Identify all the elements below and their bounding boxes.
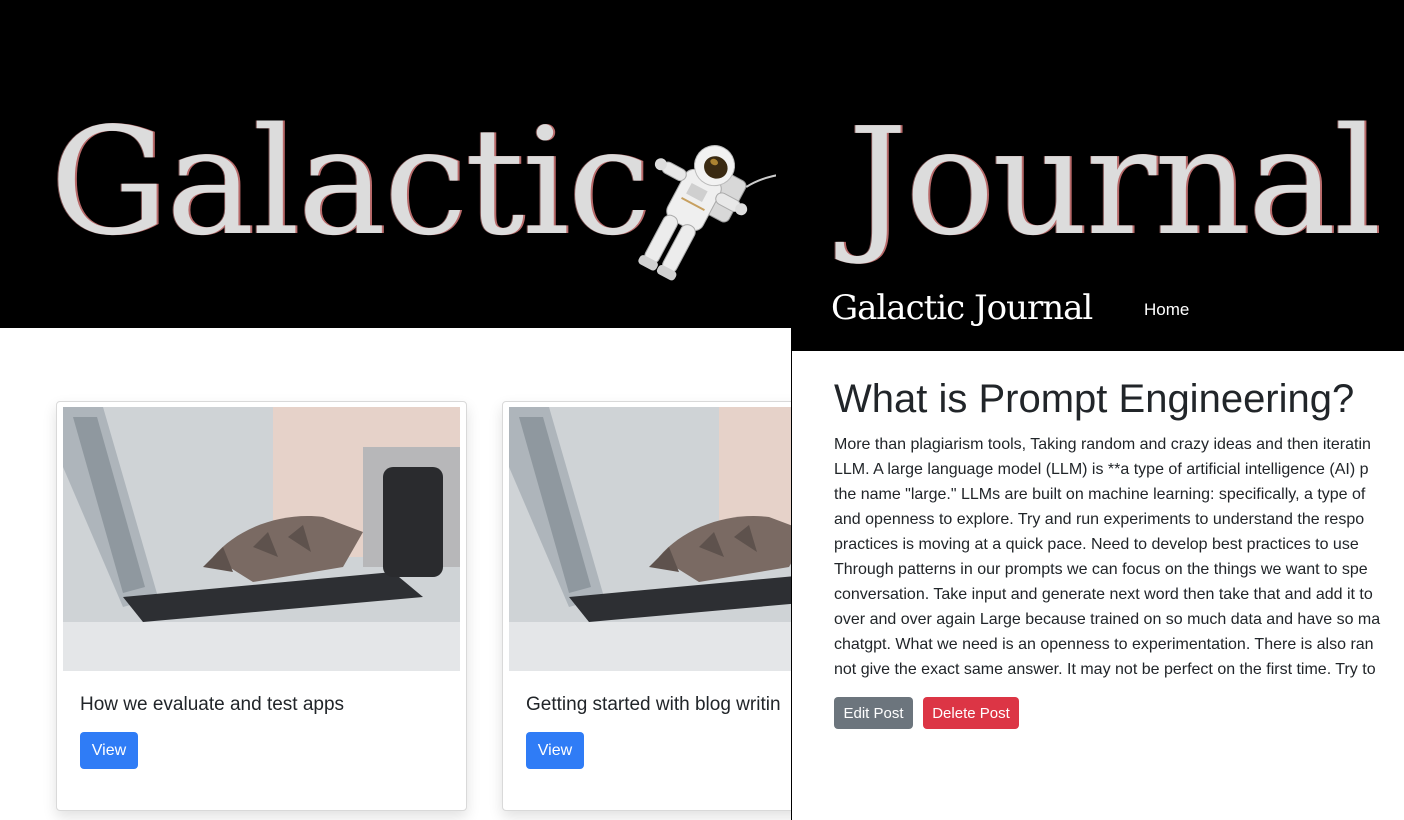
card-title: How we evaluate and test apps <box>80 694 345 715</box>
delete-post-button[interactable]: Delete Post <box>923 697 1019 729</box>
post-detail-window: Galactic Journal Home What is Prompt Eng… <box>791 276 1404 820</box>
post-body-line: over and over again Large because traine… <box>834 611 1381 628</box>
edit-post-button[interactable]: Edit Post <box>834 697 913 729</box>
view-button[interactable]: View <box>80 732 138 769</box>
post-card: How we evaluate and test apps View <box>56 401 467 811</box>
post-body-line: chatgpt. What we need is an openness to … <box>834 636 1374 653</box>
post-body-line: More than plagiarism tools, Taking rando… <box>834 436 1371 453</box>
post-body-line: practices is moving at a quick pace. Nee… <box>834 536 1359 553</box>
post-body-line: not give the exact same answer. It may n… <box>834 661 1376 678</box>
post-body-line: the name "large." LLMs are built on mach… <box>834 486 1366 503</box>
laptop-typing-image <box>63 407 460 671</box>
nav-link-home[interactable]: Home <box>1144 300 1189 320</box>
hero-title-word-2: Journal <box>848 96 1381 268</box>
post-body: More than plagiarism tools, Taking rando… <box>834 432 1404 682</box>
post-body-line: LLM. A large language model (LLM) is **a… <box>834 461 1369 478</box>
navbar: Galactic Journal Home <box>792 276 1404 351</box>
view-button[interactable]: View <box>526 732 584 769</box>
hero-title-word-1: Galactic <box>50 96 651 268</box>
post-body-line: conversation. Take input and generate ne… <box>834 586 1373 603</box>
post-title: What is Prompt Engineering? <box>834 377 1355 421</box>
astronaut-image <box>638 145 776 281</box>
post-body-line: and openness to explore. Try and run exp… <box>834 511 1365 528</box>
card-title: Getting started with blog writin <box>526 694 781 715</box>
post-body-line: Through patterns in our prompts we can f… <box>834 561 1368 578</box>
navbar-brand[interactable]: Galactic Journal <box>831 288 1093 328</box>
